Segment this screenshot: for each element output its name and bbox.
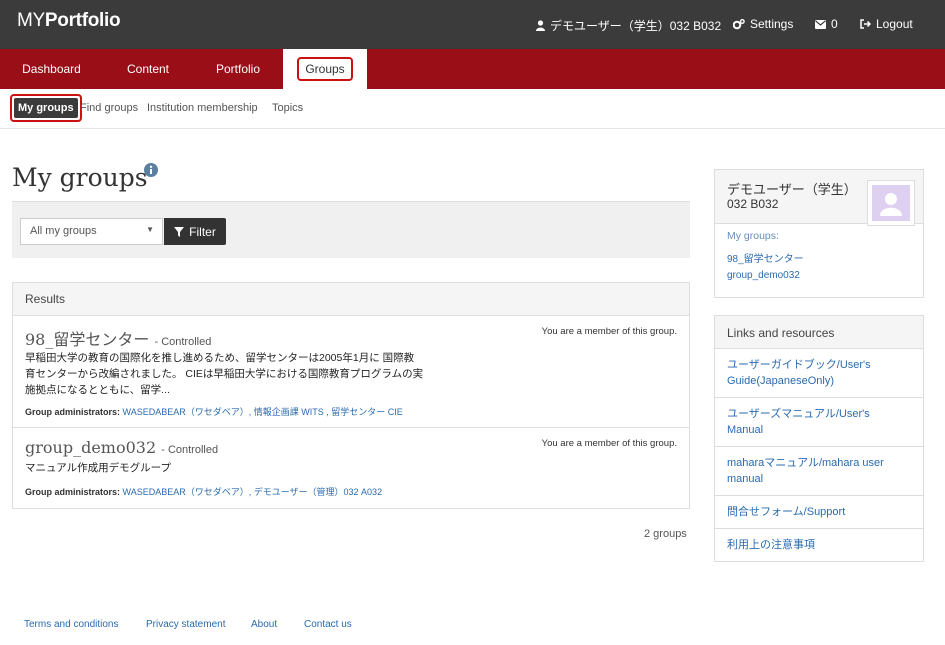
membership-status: You are a member of this group.: [541, 326, 677, 337]
user-name: デモユーザー（学生）032 B032: [550, 19, 722, 33]
group-description: マニュアル作成用デモグループ: [25, 460, 455, 476]
group-admins: Group administrators: WASEDABEAR（ワセダベア）,…: [25, 485, 382, 498]
group-type: - Controlled: [154, 336, 212, 348]
user-profile-card: デモユーザー（学生） 032 B032 My groups: 98_留学センター…: [714, 169, 924, 298]
admins-links[interactable]: WASEDABEAR（ワセダベア）, デモユーザー（管理）032 A032: [123, 487, 383, 497]
list-item: group_demo032 - Controlled You are a mem…: [13, 428, 689, 508]
results-count: 2 groups: [644, 528, 687, 540]
resource-link-line: 利用上の注意事項: [727, 539, 815, 551]
tab-dashboard-label: Dashboard: [22, 62, 81, 76]
filter-button-label: Filter: [189, 224, 216, 239]
filter-bar: All my groups ▼ Filter: [12, 201, 690, 258]
subnav-my-groups-label: My groups: [14, 98, 78, 118]
filter-icon: [174, 226, 185, 237]
user-menu[interactable]: デモユーザー（学生）032 B032: [536, 17, 721, 34]
main-nav: Dashboard Content Portfolio Groups: [0, 49, 945, 89]
resource-link-line: 問合せフォーム/Support: [727, 506, 846, 518]
user-icon: [536, 20, 545, 31]
settings-link[interactable]: Settings: [733, 17, 793, 31]
group-filter-value: All my groups: [30, 225, 97, 237]
group-name-link[interactable]: 98_留学センター: [25, 330, 149, 349]
resource-link-support[interactable]: 問合せフォーム/Support: [715, 496, 923, 529]
group-description: 早稲田大学の教育の国際化を推し進めるため、留学センターは2005年1月に 国際教…: [25, 350, 455, 398]
group-name-link[interactable]: group_demo032: [25, 438, 156, 457]
group-type: - Controlled: [161, 444, 219, 456]
page-title: My groups: [12, 163, 148, 192]
resource-link-line: manual: [727, 473, 764, 485]
group-title: 98_留学センター - Controlled: [25, 326, 211, 350]
subnav-topics[interactable]: Topics: [272, 102, 303, 114]
tab-groups-label: Groups: [297, 57, 353, 81]
logo-my: MY: [17, 10, 45, 31]
sub-nav: My groups Find groups Institution member…: [0, 89, 945, 129]
resource-link-line: Manual: [727, 424, 764, 436]
user-card-name[interactable]: デモユーザー（学生）: [727, 179, 857, 198]
tab-portfolio-label: Portfolio: [215, 62, 261, 76]
tab-content[interactable]: Content: [103, 49, 193, 89]
tab-dashboard[interactable]: Dashboard: [0, 49, 103, 89]
settings-label: Settings: [750, 17, 794, 31]
logout-link[interactable]: Logout: [860, 17, 913, 31]
admins-links[interactable]: WASEDABEAR（ワセダベア）, 情報企画課 WITS , 留学センター C…: [123, 407, 403, 417]
filter-button[interactable]: Filter: [164, 218, 226, 245]
list-item: 98_留学センター - Controlled You are a member …: [13, 316, 689, 428]
subnav-institution-membership[interactable]: Institution membership: [147, 102, 258, 114]
info-icon[interactable]: [144, 163, 158, 177]
inbox-count: 0: [831, 17, 838, 31]
tab-portfolio[interactable]: Portfolio: [193, 49, 283, 89]
user-card-id: 032 B032: [727, 197, 779, 211]
group-title: group_demo032 - Controlled: [25, 438, 218, 457]
footer-about-link[interactable]: About: [251, 619, 277, 630]
inbox-link[interactable]: 0: [815, 17, 838, 31]
logo-portfolio: Portfolio: [44, 10, 121, 31]
resource-link-line: ユーザーズマニュアル/User's: [727, 408, 870, 420]
results-heading: Results: [13, 283, 689, 316]
footer-terms-link[interactable]: Terms and conditions: [24, 619, 119, 630]
resource-link-line: maharaマニュアル/mahara user: [727, 457, 884, 469]
links-and-resources: Links and resources ユーザーガイドブック/User's Gu…: [714, 315, 924, 562]
logout-icon: [860, 19, 871, 29]
footer-contact-link[interactable]: Contact us: [304, 619, 352, 630]
resource-link-line: ユーザーガイドブック/User's: [727, 359, 871, 371]
resource-link-users-guide[interactable]: ユーザーガイドブック/User's Guide(JapaneseOnly): [715, 349, 923, 398]
group-admins: Group administrators: WASEDABEAR（ワセダベア）,…: [25, 405, 403, 418]
logout-label: Logout: [876, 17, 913, 31]
avatar-placeholder-icon: [880, 193, 902, 216]
description-line: 施拠点になるとともに、留学...: [25, 384, 170, 396]
footer-privacy-link[interactable]: Privacy statement: [146, 619, 225, 630]
resource-link-line: Guide(JapaneseOnly): [727, 375, 835, 387]
resource-link-terms-of-use[interactable]: 利用上の注意事項: [715, 529, 923, 561]
membership-status: You are a member of this group.: [541, 438, 677, 449]
description-line: 早稲田大学の教育の国際化を推し進めるため、留学センターは2005年1月に 国際教: [25, 352, 415, 364]
envelope-icon: [815, 19, 826, 29]
group-filter-select[interactable]: All my groups ▼: [20, 218, 163, 245]
gear-icon: [733, 18, 745, 29]
top-header: MYPortfolio デモユーザー（学生）032 B032 Settings …: [0, 0, 945, 49]
sidebar-group-link[interactable]: group_demo032: [727, 270, 800, 281]
subnav-find-groups[interactable]: Find groups: [80, 102, 138, 114]
description-line: 育センターから改編されました。 CIEは早稲田大学における国際教育プログラムの実: [25, 368, 424, 380]
results-panel: Results 98_留学センター - Controlled You are a…: [12, 282, 690, 509]
admins-label: Group administrators:: [25, 487, 121, 497]
caret-down-icon: ▼: [146, 225, 154, 234]
avatar[interactable]: [867, 180, 915, 226]
resource-link-mahara-manual[interactable]: maharaマニュアル/mahara user manual: [715, 447, 923, 496]
tab-content-label: Content: [126, 62, 170, 76]
site-logo[interactable]: MYPortfolio: [17, 10, 121, 32]
description-line: マニュアル作成用デモグループ: [25, 462, 172, 474]
tab-groups[interactable]: Groups: [283, 49, 367, 89]
links-heading: Links and resources: [715, 316, 923, 349]
my-groups-label: My groups:: [727, 230, 779, 242]
user-card-header: デモユーザー（学生） 032 B032: [715, 170, 923, 226]
admins-label: Group administrators:: [25, 407, 121, 417]
subnav-my-groups[interactable]: My groups: [10, 94, 82, 122]
resource-link-users-manual[interactable]: ユーザーズマニュアル/User's Manual: [715, 398, 923, 447]
sidebar-group-link[interactable]: 98_留学センター: [727, 250, 804, 265]
